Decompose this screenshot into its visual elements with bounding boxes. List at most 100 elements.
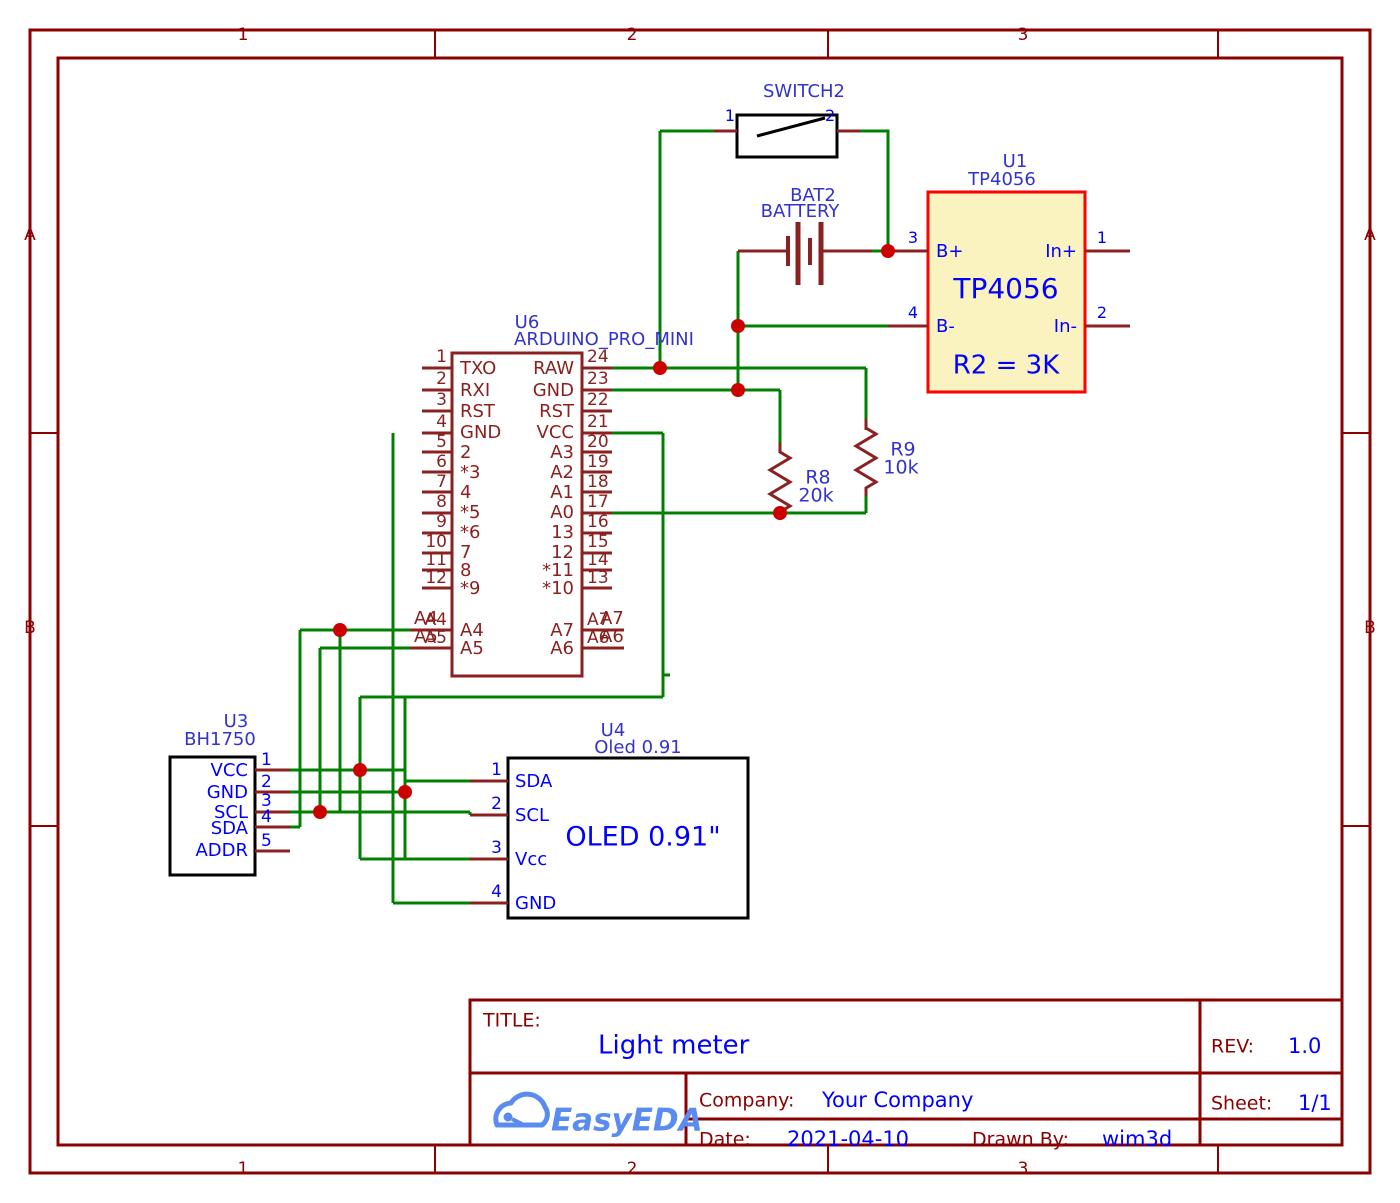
- oled-pin-1-number: 1: [491, 760, 502, 780]
- zone-row-b-left: B: [24, 618, 36, 638]
- switch2-pin-2-number: 2: [825, 106, 835, 125]
- arduino-pin-21-name: VCC: [537, 422, 574, 443]
- arduino-pin-1-number: 1: [436, 347, 447, 367]
- oled-pin-2-number: 2: [491, 794, 502, 814]
- bh1750-pin-5-name: ADDR: [195, 840, 248, 861]
- junction-gnd-rail: [731, 383, 745, 397]
- oled-pin-1-name: SDA: [515, 771, 553, 792]
- arduino-pin-2-number: 2: [436, 369, 447, 389]
- battery-value: BATTERY: [761, 201, 841, 222]
- net-label-a5: A5: [414, 626, 438, 647]
- arduino-pin-6-number: 6: [436, 452, 447, 472]
- bh1750-pin-4-number: 4: [261, 807, 272, 827]
- schematic-sheet: 1 2 3 1 2 3 A B A B SWITCH2 1 2 BAT2 BAT…: [0, 0, 1400, 1203]
- r9-value: 10k: [883, 457, 918, 479]
- arduino-pin-16-number: 16: [587, 512, 609, 532]
- arduino-pin-12-number: 12: [425, 568, 447, 588]
- arduino-pin-20-name: A3: [550, 442, 574, 463]
- rev-value: 1.0: [1288, 1034, 1321, 1058]
- oled-part: Oled 0.91: [594, 737, 681, 758]
- zone-col-2-bottom: 2: [627, 1159, 638, 1179]
- zone-col-2-top: 2: [627, 25, 638, 45]
- arduino-right-pin-numbers: 24 23 22 21 20 19 18 17 16 15 14 13 A7 A…: [587, 347, 609, 648]
- junction-divider-mid: [773, 506, 787, 520]
- zone-col-3-bottom: 3: [1018, 1159, 1029, 1179]
- component-r9[interactable]: R9 10k: [853, 419, 919, 496]
- arduino-pin-5-number: 5: [436, 432, 447, 452]
- arduino-pin-2-name: RXI: [460, 380, 490, 401]
- arduino-pin-23-number: 23: [587, 369, 609, 389]
- zone-row-a-left: A: [24, 225, 36, 245]
- switch2-designator: SWITCH2: [763, 81, 845, 102]
- component-oled[interactable]: U4 Oled 0.91 OLED 0.91" SDA SCL Vcc GND …: [470, 720, 750, 920]
- bh1750-pin-2-name: GND: [207, 782, 248, 803]
- arduino-pin-18-name: A1: [550, 482, 574, 503]
- arduino-pin-15-number: 15: [587, 532, 609, 552]
- oled-pin-3-number: 3: [491, 838, 502, 858]
- date-value: 2021-04-10: [787, 1127, 909, 1151]
- arduino-pin-14-number: 14: [587, 550, 609, 570]
- tp4056-pin-1-number: 1: [1097, 228, 1107, 247]
- arduino-pin-19-name: A2: [550, 462, 574, 483]
- oled-pin-4-number: 4: [491, 882, 502, 902]
- junction-bplus: [881, 244, 895, 258]
- title-block: TITLE: Light meter REV: 1.0 Company: You…: [468, 998, 1344, 1151]
- oled-pin-4-name: GND: [515, 893, 556, 914]
- zone-col-1-bottom: 1: [238, 1159, 249, 1179]
- component-battery[interactable]: BAT2 BATTERY: [738, 185, 872, 285]
- bh1750-pin-numbers: 1 2 3 4 5: [261, 750, 272, 851]
- zone-col-1-top: 1: [238, 25, 249, 45]
- arduino-pin-19-number: 19: [587, 452, 609, 472]
- arduino-pin-4-number: 4: [436, 412, 447, 432]
- junction-a4: [333, 623, 347, 637]
- schematic-canvas: 1 2 3 1 2 3 A B A B SWITCH2 1 2 BAT2 BAT…: [24, 25, 1376, 1179]
- junction-raw: [653, 361, 667, 375]
- bh1750-part: BH1750: [184, 729, 256, 750]
- company-label: Company:: [699, 1090, 794, 1112]
- bh1750-pin-1-name: VCC: [211, 760, 248, 781]
- junction-sda-vcc: [353, 763, 367, 777]
- date-label: Date:: [699, 1129, 751, 1151]
- tp4056-part: TP4056: [967, 169, 1036, 190]
- component-tp4056[interactable]: U1 TP4056 TP4056 R2 = 3K B+ B- In+ In- 3…: [888, 151, 1130, 394]
- arduino-pin-23-name: GND: [533, 380, 574, 401]
- arduino-pin-1-name: TXO: [459, 358, 496, 379]
- tp4056-note: R2 = 3K: [953, 351, 1060, 381]
- arduino-pin-22-name: RST: [539, 401, 575, 422]
- tp4056-pin-inplus-name: In+: [1045, 241, 1077, 262]
- arduino-pin-9-number: 9: [436, 512, 447, 532]
- arduino-pin-20-number: 20: [587, 432, 609, 452]
- junction-gnd-bus: [398, 785, 412, 799]
- switch2-pin-1-number: 1: [725, 106, 735, 125]
- arduino-pin-17-name: A0: [550, 502, 574, 523]
- drawn-by-value: wim3d: [1102, 1127, 1172, 1151]
- arduino-pin-a5-name: A5: [460, 638, 484, 659]
- zone-row-a-right: A: [1364, 225, 1376, 245]
- arduino-pin-6-name: *3: [460, 462, 480, 483]
- tp4056-pin-3-number: 3: [908, 228, 918, 247]
- zone-row-b-right: B: [1364, 618, 1376, 638]
- arduino-pin-12-name: *9: [460, 578, 480, 599]
- zone-col-3-top: 3: [1018, 25, 1029, 45]
- arduino-pin-13-name: *10: [542, 578, 574, 599]
- arduino-pin-16-name: 13: [551, 522, 574, 543]
- arduino-pin-3-number: 3: [436, 390, 447, 410]
- arduino-pin-a6-name: A6: [550, 638, 574, 659]
- arduino-pin-7-name: 4: [460, 482, 471, 503]
- tp4056-pin-4-number: 4: [908, 303, 918, 322]
- bh1750-pin-1-number: 1: [261, 750, 272, 770]
- component-switch2[interactable]: SWITCH2 1 2: [714, 81, 860, 159]
- arduino-pin-7-number: 7: [436, 472, 447, 492]
- arduino-pin-13-number: 13: [587, 568, 609, 588]
- oled-pin-2-name: SCL: [515, 805, 549, 826]
- sheet-value: 1/1: [1298, 1091, 1332, 1115]
- bh1750-pin-4-name: SDA: [211, 818, 249, 839]
- arduino-pin-9-name: *6: [460, 522, 480, 543]
- title-label: TITLE:: [482, 1010, 541, 1032]
- arduino-pin-3-name: RST: [460, 401, 496, 422]
- junction-bminus: [731, 319, 745, 333]
- sheet-label: Sheet:: [1211, 1093, 1272, 1115]
- arduino-pin-11-number: 11: [425, 550, 447, 570]
- rev-label: REV:: [1211, 1036, 1254, 1058]
- component-bh1750[interactable]: U3 BH1750 VCC GND SCL SDA ADDR 1 2 3 4 5: [168, 711, 290, 877]
